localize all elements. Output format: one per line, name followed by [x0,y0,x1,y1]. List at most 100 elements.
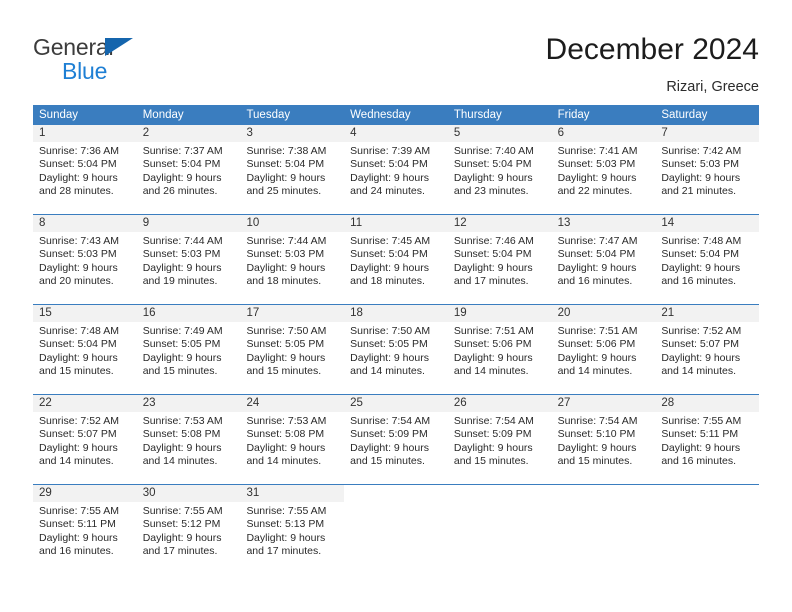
day-details: Sunrise: 7:55 AM Sunset: 5:12 PM Daylight:… [137,502,241,559]
daylight-text-line2: and 14 minutes. [39,455,114,468]
sunset-text: Sunset: 5:09 PM [453,428,532,441]
day-details: Sunrise: 7:52 AM Sunset: 5:07 PM Daylight:… [33,412,137,469]
day-number: 22 [33,395,137,412]
sunrise-text: Sunrise: 7:40 AM [453,145,534,157]
day-number: 19 [447,305,552,322]
day-details: Sunrise: 7:42 AM Sunset: 5:03 PM Daylight:… [655,142,759,199]
daylight-text-line2: and 25 minutes. [246,185,322,198]
triangle-icon [105,38,133,56]
sunrise-text: Sunrise: 7:47 AM [557,235,638,247]
daylight-text-line1: Daylight: 9 hours [39,351,118,364]
daylight-text-line2: and 28 minutes. [39,185,114,198]
daylight-text-line1: Daylight: 9 hours [350,171,429,184]
day-number: 14 [655,215,760,232]
calendar-day-cell[interactable]: 25 Sunrise: 7:54 AM Sunset: 5:09 PM Dayligh… [344,395,448,484]
sunset-text: Sunset: 5:03 PM [39,248,117,261]
calendar-day-cell[interactable]: 4 Sunrise: 7:39 AM Sunset: 5:04 PM Daylight… [344,125,448,214]
sunrise-text: Sunrise: 7:46 AM [453,235,534,247]
day-number: 31 [240,485,345,502]
day-details: Sunrise: 7:48 AM Sunset: 5:04 PM Daylight:… [655,232,759,289]
daylight-text-line2: and 18 minutes. [350,275,425,288]
day-details [344,502,448,505]
day-number: 7 [655,125,760,142]
day-details: Sunrise: 7:48 AM Sunset: 5:04 PM Daylight:… [33,322,137,379]
calendar-day-cell[interactable]: 31 Sunrise: 7:55 AM Sunset: 5:13 PM Dayligh… [240,485,345,574]
daylight-text-line2: and 15 minutes. [246,365,322,378]
daylight-text-line2: and 20 minutes. [39,275,114,288]
calendar-day-cell[interactable]: 29 Sunrise: 7:55 AM Sunset: 5:11 PM Dayligh… [33,485,137,574]
sunrise-text: Sunrise: 7:44 AM [246,235,327,247]
calendar-day-cell[interactable]: 27 Sunrise: 7:54 AM Sunset: 5:10 PM Dayligh… [551,395,656,484]
daylight-text-line2: and 16 minutes. [39,545,114,558]
day-details: Sunrise: 7:50 AM Sunset: 5:05 PM Daylight:… [240,322,344,379]
location-subtitle: Rizari, Greece [666,79,759,95]
sunset-text: Sunset: 5:04 PM [453,248,532,261]
day-number: 23 [136,395,241,412]
daylight-text-line1: Daylight: 9 hours [453,441,533,454]
calendar-day-cell[interactable]: 1 Sunrise: 7:36 AM Sunset: 5:04 PM Daylight… [33,125,137,214]
day-number: 13 [551,215,656,232]
day-details: Sunrise: 7:39 AM Sunset: 5:04 PM Daylight:… [344,142,448,199]
calendar-day-cell[interactable]: 3 Sunrise: 7:38 AM Sunset: 5:04 PM Daylight… [240,125,345,214]
weekday-header-thursday: Thursday [453,109,502,121]
sunrise-text: Sunrise: 7:43 AM [39,235,119,247]
daylight-text-line2: and 15 minutes. [557,455,633,468]
sunset-text: Sunset: 5:12 PM [142,518,221,531]
daylight-text-line1: Daylight: 9 hours [39,531,118,544]
daylight-text-line2: and 15 minutes. [350,455,425,468]
sunset-text: Sunset: 5:03 PM [661,158,739,171]
daylight-text-line1: Daylight: 9 hours [661,261,741,274]
calendar-day-cell[interactable]: 28 Sunrise: 7:55 AM Sunset: 5:11 PM Dayligh… [655,395,760,484]
sunrise-text: Sunrise: 7:55 AM [142,505,223,517]
calendar-day-cell[interactable]: 13 Sunrise: 7:47 AM Sunset: 5:04 PM Dayligh… [551,215,656,304]
day-details: Sunrise: 7:50 AM Sunset: 5:05 PM Daylight:… [344,322,448,379]
daylight-text-line1: Daylight: 9 hours [246,261,326,274]
sunset-text: Sunset: 5:04 PM [142,158,221,171]
daylight-text-line1: Daylight: 9 hours [142,441,222,454]
calendar-day-cell[interactable]: 16 Sunrise: 7:49 AM Sunset: 5:05 PM Dayligh… [136,305,241,394]
daylight-text-line1: Daylight: 9 hours [39,261,118,274]
calendar-day-cell[interactable]: 12 Sunrise: 7:46 AM Sunset: 5:04 PM Dayligh… [447,215,552,304]
day-details: Sunrise: 7:51 AM Sunset: 5:06 PM Daylight:… [448,322,552,379]
daylight-text-line1: Daylight: 9 hours [246,171,326,184]
day-number: 28 [655,395,760,412]
sunrise-text: Sunrise: 7:36 AM [39,145,119,157]
sunrise-text: Sunrise: 7:54 AM [557,415,638,427]
calendar-day-cell[interactable]: 14 Sunrise: 7:48 AM Sunset: 5:04 PM Dayligh… [655,215,760,304]
daylight-text-line1: Daylight: 9 hours [246,531,326,544]
sunset-text: Sunset: 5:05 PM [246,338,325,351]
logo-text-general: General [33,34,114,60]
calendar-day-cell[interactable]: 9 Sunrise: 7:44 AM Sunset: 5:03 PM Daylight… [136,215,241,304]
sunset-text: Sunset: 5:06 PM [557,338,636,351]
calendar-day-cell[interactable]: 15 Sunrise: 7:48 AM Sunset: 5:04 PM Dayligh… [33,305,137,394]
calendar-day-cell[interactable]: 7 Sunrise: 7:42 AM Sunset: 5:03 PM Daylight… [655,125,760,214]
daylight-text-line2: and 16 minutes. [661,275,737,288]
calendar-day-cell[interactable]: 17 Sunrise: 7:50 AM Sunset: 5:05 PM Dayligh… [240,305,345,394]
calendar-day-cell[interactable]: 22 Sunrise: 7:52 AM Sunset: 5:07 PM Dayligh… [33,395,137,484]
calendar-day-cell[interactable]: 10 Sunrise: 7:44 AM Sunset: 5:03 PM Dayligh… [240,215,345,304]
calendar-week-row: 29 Sunrise: 7:55 AM Sunset: 5:11 PM Dayligh… [33,484,760,574]
calendar-day-cell[interactable]: 8 Sunrise: 7:43 AM Sunset: 5:03 PM Daylight… [33,215,137,304]
weekday-header-sunday: Sunday [39,109,79,121]
general-blue-logo[interactable]: General Blue [33,34,213,84]
weekday-header-monday: Monday [142,109,184,121]
calendar-day-cell[interactable]: 24 Sunrise: 7:53 AM Sunset: 5:08 PM Dayligh… [240,395,345,484]
calendar-day-cell[interactable]: 6 Sunrise: 7:41 AM Sunset: 5:03 PM Daylight… [551,125,656,214]
calendar-day-cell[interactable]: 30 Sunrise: 7:55 AM Sunset: 5:12 PM Dayligh… [136,485,241,574]
sunrise-text: Sunrise: 7:38 AM [246,145,327,157]
calendar-day-cell[interactable]: 18 Sunrise: 7:50 AM Sunset: 5:05 PM Dayligh… [344,305,448,394]
calendar-day-cell[interactable]: 5 Sunrise: 7:40 AM Sunset: 5:04 PM Daylight… [447,125,552,214]
calendar-day-cell[interactable]: 21 Sunrise: 7:52 AM Sunset: 5:07 PM Dayligh… [655,305,760,394]
daylight-text-line1: Daylight: 9 hours [246,441,326,454]
calendar-day-cell[interactable]: 23 Sunrise: 7:53 AM Sunset: 5:08 PM Dayligh… [136,395,241,484]
daylight-text-line2: and 16 minutes. [557,275,633,288]
calendar-day-cell[interactable]: 19 Sunrise: 7:51 AM Sunset: 5:06 PM Dayligh… [447,305,552,394]
calendar-day-cell[interactable]: 2 Sunrise: 7:37 AM Sunset: 5:04 PM Daylight… [136,125,241,214]
calendar-day-cell[interactable]: 26 Sunrise: 7:54 AM Sunset: 5:09 PM Dayligh… [447,395,552,484]
daylight-text-line1: Daylight: 9 hours [557,171,637,184]
calendar-day-cell[interactable]: 11 Sunrise: 7:45 AM Sunset: 5:04 PM Dayligh… [344,215,448,304]
calendar-day-cell[interactable]: 20 Sunrise: 7:51 AM Sunset: 5:06 PM Dayligh… [551,305,656,394]
sunrise-text: Sunrise: 7:51 AM [557,325,638,337]
day-number: 2 [136,125,241,142]
daylight-text-line2: and 16 minutes. [661,455,737,468]
